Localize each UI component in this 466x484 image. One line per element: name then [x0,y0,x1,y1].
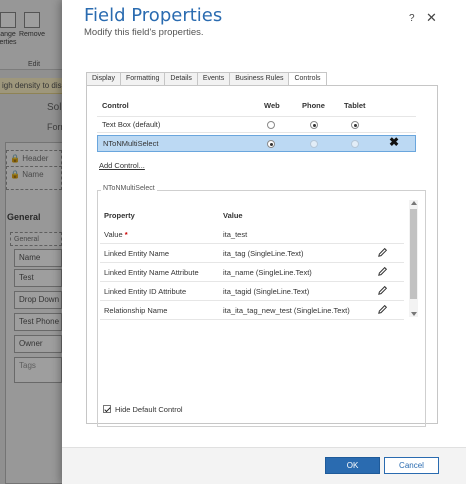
control-name: NToNMultiSelect [103,139,159,148]
phone-column-header: Phone [302,101,325,110]
dialog-footer: OK Cancel [62,447,466,484]
tab-display[interactable]: Display [86,72,120,86]
tab-controls[interactable]: Controls [288,72,327,86]
hide-default-checkbox[interactable] [103,405,111,413]
property-row: Linked Entity Name ita_tag (SingleLine.T… [100,244,404,263]
edit-pencil-icon[interactable] [377,304,388,315]
dialog-subtitle: Modify this field's properties. [84,27,204,38]
property-name: Relationship Name [104,306,168,315]
tab-events[interactable]: Events [196,72,230,86]
control-row-textbox[interactable]: Text Box (default) [97,116,416,133]
phone-radio[interactable] [310,140,318,148]
field-properties-dialog: Field Properties Modify this field's pro… [62,0,466,484]
edit-pencil-icon[interactable] [377,285,388,296]
phone-radio[interactable] [310,121,318,129]
tab-strip: Display Formatting Details Events Busine… [86,72,327,86]
scroll-down-icon[interactable] [411,312,417,316]
property-value: ita_name (SingleLine.Text) [223,268,312,277]
add-control-link[interactable]: Add Control... [99,161,145,170]
tablet-radio[interactable] [351,121,359,129]
property-name-text: Value [104,230,123,239]
property-name: Value * [104,230,128,239]
ok-button[interactable]: OK [325,457,380,474]
hide-default-label: Hide Default Control [115,405,183,414]
properties-scrollbar[interactable] [409,200,418,317]
close-icon[interactable]: ✕ [426,10,437,26]
property-value: ita_tagid (SingleLine.Text) [223,287,310,296]
value-column-header: Value [223,211,243,220]
remove-control-icon[interactable]: ✖ [389,135,399,149]
property-value: ita_test [223,230,248,239]
edit-pencil-icon[interactable] [377,266,388,277]
tab-business-rules[interactable]: Business Rules [229,72,289,86]
property-value: ita_ita_tag_new_test (SingleLine.Text) [223,306,350,315]
control-column-header: Control [102,101,129,110]
hide-default-control[interactable]: Hide Default Control [103,405,183,414]
tablet-column-header: Tablet [344,101,366,110]
tab-formatting[interactable]: Formatting [119,72,165,86]
dialog-title: Field Properties [84,5,223,26]
group-title: NToNMultiSelect [101,185,157,192]
scroll-thumb[interactable] [410,209,417,299]
web-radio[interactable] [267,121,275,129]
cancel-button[interactable]: Cancel [384,457,439,474]
property-row: Linked Entity Name Attribute ita_name (S… [100,263,404,282]
property-row: Value * ita_test [100,225,404,244]
scroll-up-icon[interactable] [411,201,417,205]
help-icon[interactable]: ? [409,13,415,24]
property-name: Linked Entity Name [104,249,170,258]
property-column-header: Property [104,211,135,220]
property-name: Linked Entity Name Attribute [104,268,199,277]
tablet-radio[interactable] [351,140,359,148]
required-marker: * [124,230,128,239]
property-row: Linked Entity ID Attribute ita_tagid (Si… [100,282,404,301]
controls-panel: Control Web Phone Tablet Text Box (defau… [86,85,438,427]
control-row-ntonmultiselect[interactable]: NToNMultiSelect ✖ [97,135,416,152]
property-row: Relationship Name ita_ita_tag_new_test (… [100,301,404,320]
control-name: Text Box (default) [102,120,161,129]
web-radio[interactable] [267,140,275,148]
tab-details[interactable]: Details [164,72,197,86]
property-name: Linked Entity ID Attribute [104,287,187,296]
property-value: ita_tag (SingleLine.Text) [223,249,304,258]
web-column-header: Web [264,101,280,110]
edit-pencil-icon[interactable] [377,247,388,258]
